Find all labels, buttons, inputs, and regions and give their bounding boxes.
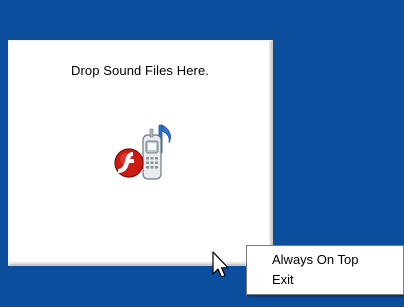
drop-target-window[interactable]: Drop Sound Files Here. [8,40,273,266]
flash-phone-music-icon [114,124,171,180]
context-menu: Always On Top Exit [246,245,404,295]
menu-item-always-on-top[interactable]: Always On Top [247,250,403,270]
mouse-pointer-icon [212,251,229,278]
drop-instruction-label: Drop Sound Files Here. [70,63,210,78]
menu-item-exit[interactable]: Exit [247,270,403,290]
